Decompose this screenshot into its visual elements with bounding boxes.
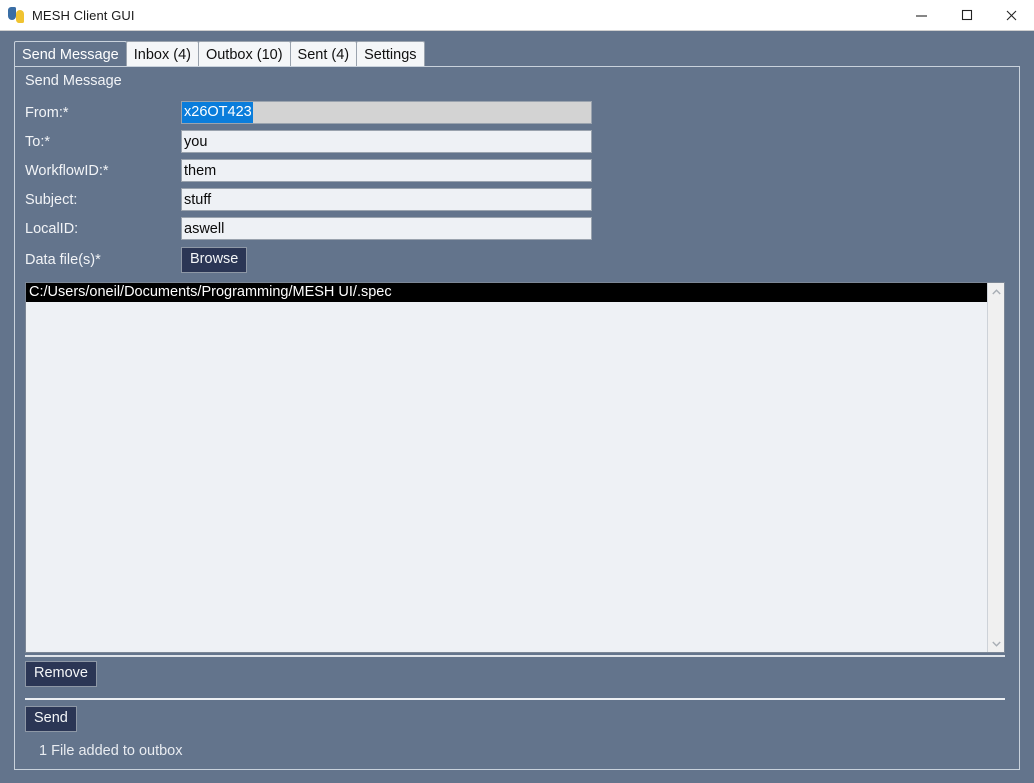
workflow-id-label: WorkflowID:* bbox=[25, 162, 109, 179]
section-title: Send Message bbox=[25, 73, 122, 89]
file-list-scrollbar[interactable] bbox=[987, 283, 1004, 652]
tab-inbox[interactable]: Inbox (4) bbox=[125, 41, 199, 67]
subject-label: Subject: bbox=[25, 191, 78, 208]
form-row-subject: Subject: bbox=[25, 185, 1005, 214]
form-row-data-files: Data file(s)* Browse bbox=[25, 243, 1005, 277]
tab-bar: Send Message Inbox (4) Outbox (10) Sent … bbox=[14, 40, 425, 67]
from-input-value: x26OT423 bbox=[182, 102, 253, 123]
data-files-label: Data file(s)* bbox=[25, 252, 101, 268]
maximize-button[interactable] bbox=[944, 0, 989, 30]
from-input[interactable]: x26OT423 bbox=[181, 101, 592, 124]
mesh-client-window: MESH Client GUI Send Message Inbox (4) O… bbox=[0, 0, 1034, 783]
send-message-form: From:* x26OT423 To:* WorkflowID:* Subjec… bbox=[25, 98, 1005, 277]
title-bar: MESH Client GUI bbox=[0, 0, 1034, 31]
divider-above-send bbox=[25, 698, 1005, 700]
chevron-down-icon[interactable] bbox=[988, 635, 1005, 652]
chevron-up-icon[interactable] bbox=[988, 283, 1005, 300]
from-label: From:* bbox=[25, 104, 69, 121]
workflow-id-input[interactable] bbox=[181, 159, 592, 182]
status-text: 1 File added to outbox bbox=[39, 743, 183, 759]
send-message-panel: Send Message From:* x26OT423 To:* Workfl… bbox=[14, 66, 1020, 770]
form-row-workflow-id: WorkflowID:* bbox=[25, 156, 1005, 185]
local-id-label: LocalID: bbox=[25, 220, 79, 237]
form-row-to: To:* bbox=[25, 127, 1005, 156]
window-title: MESH Client GUI bbox=[32, 7, 135, 23]
remove-button[interactable]: Remove bbox=[25, 661, 97, 687]
subject-input[interactable] bbox=[181, 188, 592, 211]
tab-send-message[interactable]: Send Message bbox=[14, 41, 127, 67]
file-list[interactable]: C:/Users/oneil/Documents/Programming/MES… bbox=[25, 282, 1005, 653]
list-item[interactable]: C:/Users/oneil/Documents/Programming/MES… bbox=[26, 283, 987, 302]
tab-sent[interactable]: Sent (4) bbox=[289, 41, 358, 67]
python-logo-icon bbox=[8, 7, 24, 23]
to-input[interactable] bbox=[181, 130, 592, 153]
send-button-wrap: Send bbox=[25, 706, 77, 732]
tab-settings[interactable]: Settings bbox=[356, 41, 425, 67]
local-id-input[interactable] bbox=[181, 217, 592, 240]
close-button[interactable] bbox=[989, 0, 1034, 30]
form-row-local-id: LocalID: bbox=[25, 214, 1005, 243]
minimize-button[interactable] bbox=[899, 0, 944, 30]
file-list-area[interactable]: C:/Users/oneil/Documents/Programming/MES… bbox=[26, 283, 987, 652]
remove-button-wrap: Remove bbox=[25, 661, 97, 687]
browse-button[interactable]: Browse bbox=[181, 247, 248, 273]
form-row-from: From:* x26OT423 bbox=[25, 98, 1005, 127]
send-button[interactable]: Send bbox=[25, 706, 77, 732]
divider-above-remove bbox=[25, 655, 1005, 657]
to-label: To:* bbox=[25, 133, 50, 150]
tab-outbox[interactable]: Outbox (10) bbox=[197, 41, 291, 67]
